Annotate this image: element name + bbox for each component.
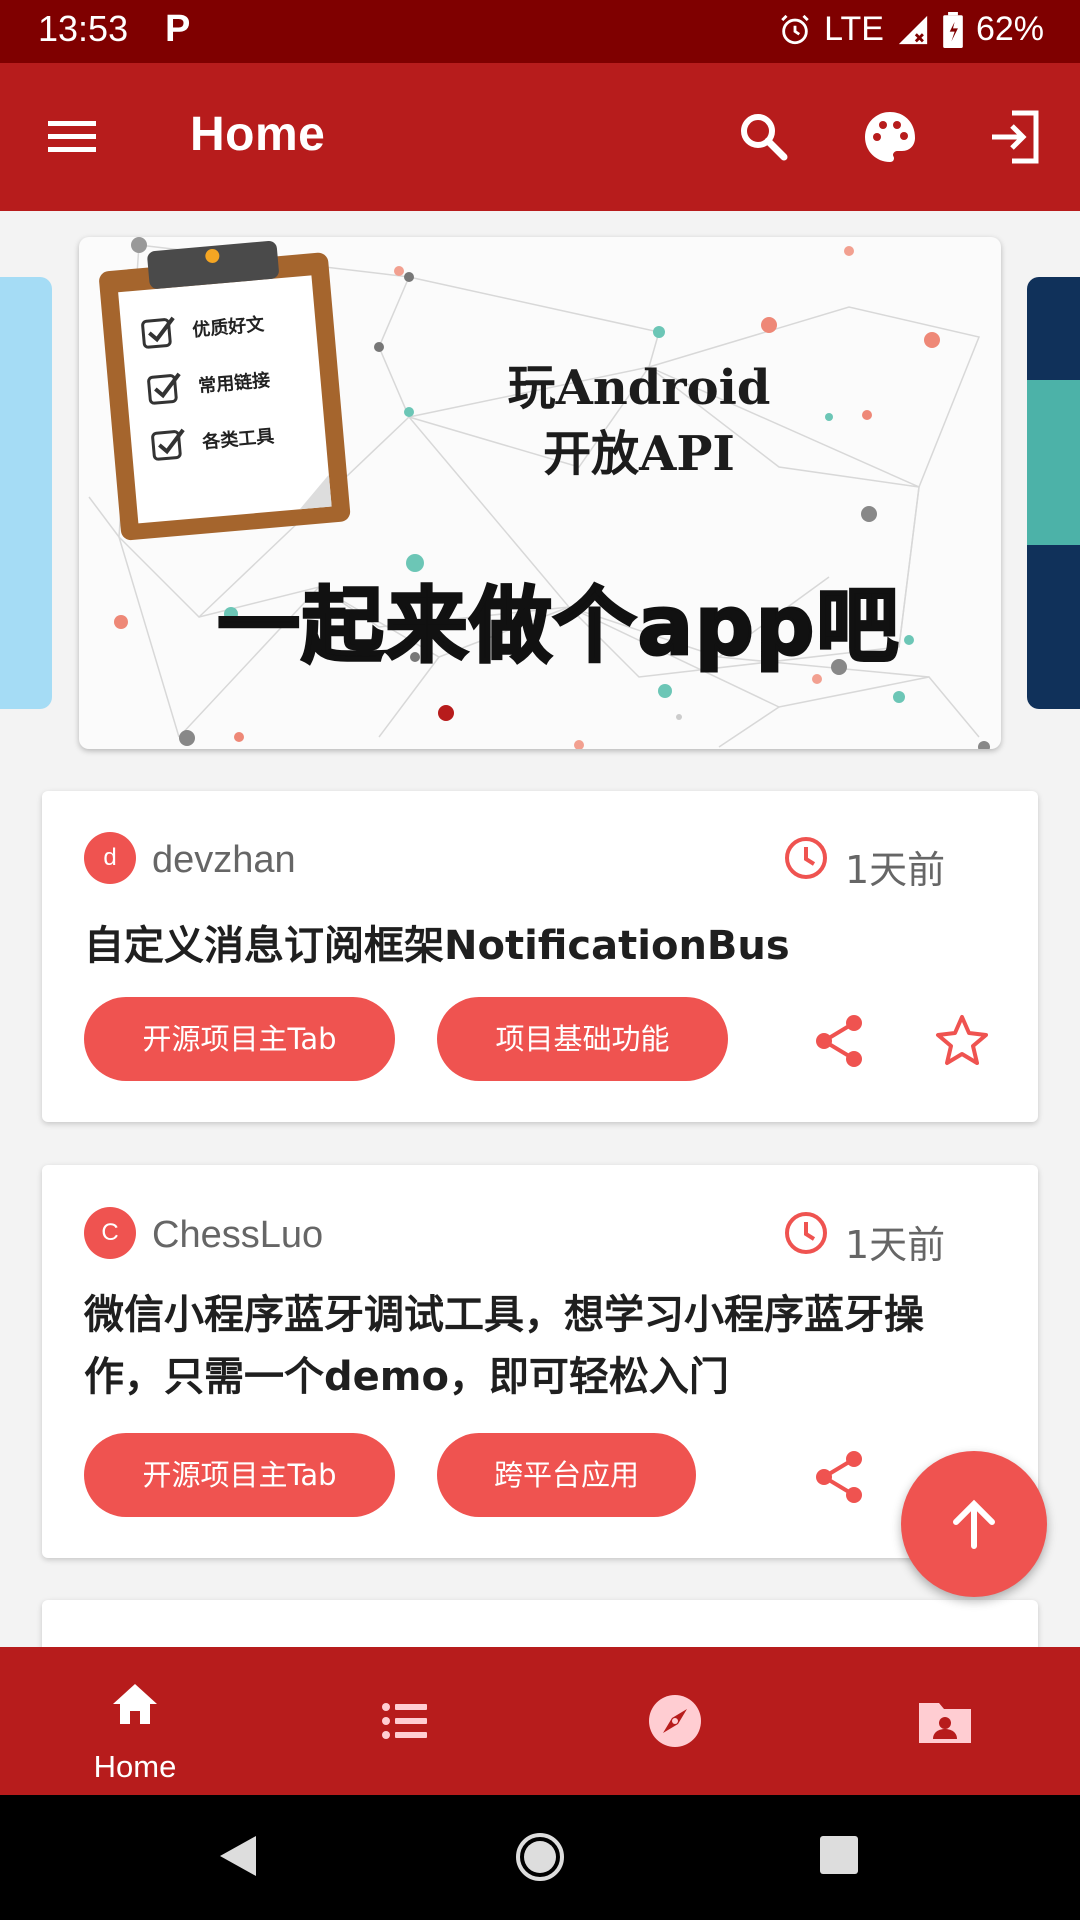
checkbox-icon xyxy=(147,372,181,405)
article-title[interactable]: 微信小程序蓝牙调试工具，想学习小程序蓝牙操 作，只需一个demo，即可轻松入门 xyxy=(84,1284,984,1408)
scroll-to-top-button[interactable] xyxy=(901,1451,1047,1597)
share-icon[interactable] xyxy=(812,1449,866,1505)
battery-icon xyxy=(943,11,963,48)
compass-icon xyxy=(649,1695,701,1747)
palette-icon[interactable] xyxy=(860,107,920,167)
star-icon[interactable] xyxy=(934,1013,990,1069)
author-name[interactable]: devzhan xyxy=(152,839,296,882)
signal-icon xyxy=(898,15,928,44)
status-bar: 13:53 P LTE 62% xyxy=(0,0,1080,63)
bottom-navigation: Home xyxy=(0,1647,1080,1795)
avatar: C xyxy=(84,1207,136,1259)
system-navigation-bar xyxy=(0,1795,1080,1920)
nav-item-home[interactable]: Home xyxy=(0,1647,270,1795)
checkbox-icon xyxy=(151,428,185,461)
article-card[interactable]: d devzhan 1天前 自定义消息订阅框架NotificationBus 开… xyxy=(42,791,1038,1122)
carousel-next-slide[interactable] xyxy=(1027,277,1080,709)
status-time: 13:53 xyxy=(38,8,129,49)
checkbox-icon xyxy=(141,316,175,349)
recents-icon[interactable] xyxy=(818,1834,860,1876)
nav-item-profile[interactable] xyxy=(810,1647,1080,1795)
carousel-indicator xyxy=(438,705,454,721)
page-title: Home xyxy=(190,108,326,161)
nav-label: Home xyxy=(93,1749,177,1784)
logout-icon[interactable] xyxy=(986,107,1046,167)
list-icon xyxy=(382,1703,427,1739)
battery-percent: 62% xyxy=(975,10,1044,48)
status-right: LTE 62% xyxy=(778,10,1044,49)
parking-app-icon: P xyxy=(165,8,191,50)
tag-chip[interactable]: 跨平台应用 xyxy=(437,1433,696,1517)
nav-item-system[interactable] xyxy=(270,1647,540,1795)
menu-icon[interactable] xyxy=(44,109,100,165)
network-type: LTE xyxy=(824,10,884,48)
avatar: d xyxy=(84,832,136,884)
article-title[interactable]: 自定义消息订阅框架NotificationBus xyxy=(84,915,984,977)
slide-decoration xyxy=(1027,380,1080,545)
clock-icon xyxy=(785,1212,827,1254)
share-icon[interactable] xyxy=(812,1013,866,1069)
banner-slogan: 一起来做个app吧 xyxy=(216,578,901,676)
app-bar: Home xyxy=(0,63,1080,211)
home-icon xyxy=(113,1684,157,1724)
home-button-icon[interactable] xyxy=(515,1832,565,1882)
tag-chip[interactable]: 项目基础功能 xyxy=(437,997,728,1081)
banner-heading: 玩Android 开放API xyxy=(507,360,771,482)
nav-item-discover[interactable] xyxy=(540,1647,810,1795)
carousel-prev-slide[interactable] xyxy=(0,277,52,709)
contact-folder-icon xyxy=(919,1703,971,1743)
publish-time: 1天前 xyxy=(845,848,946,892)
back-icon[interactable] xyxy=(214,1832,262,1880)
clock-icon xyxy=(785,837,827,879)
tag-chip[interactable]: 开源项目主Tab xyxy=(84,997,395,1081)
banner-slide[interactable]: 优质好文 常用链接 各类工具 玩Android 开放API 一起来做个app吧 xyxy=(79,237,1001,749)
publish-time: 1天前 xyxy=(845,1223,946,1267)
search-icon[interactable] xyxy=(734,107,794,167)
arrow-up-icon xyxy=(953,1499,995,1549)
author-name[interactable]: ChessLuo xyxy=(152,1214,323,1257)
alarm-icon xyxy=(781,14,809,44)
article-card[interactable]: C ChessLuo 1天前 微信小程序蓝牙调试工具，想学习小程序蓝牙操 作，只… xyxy=(42,1165,1038,1558)
tag-chip[interactable]: 开源项目主Tab xyxy=(84,1433,395,1517)
